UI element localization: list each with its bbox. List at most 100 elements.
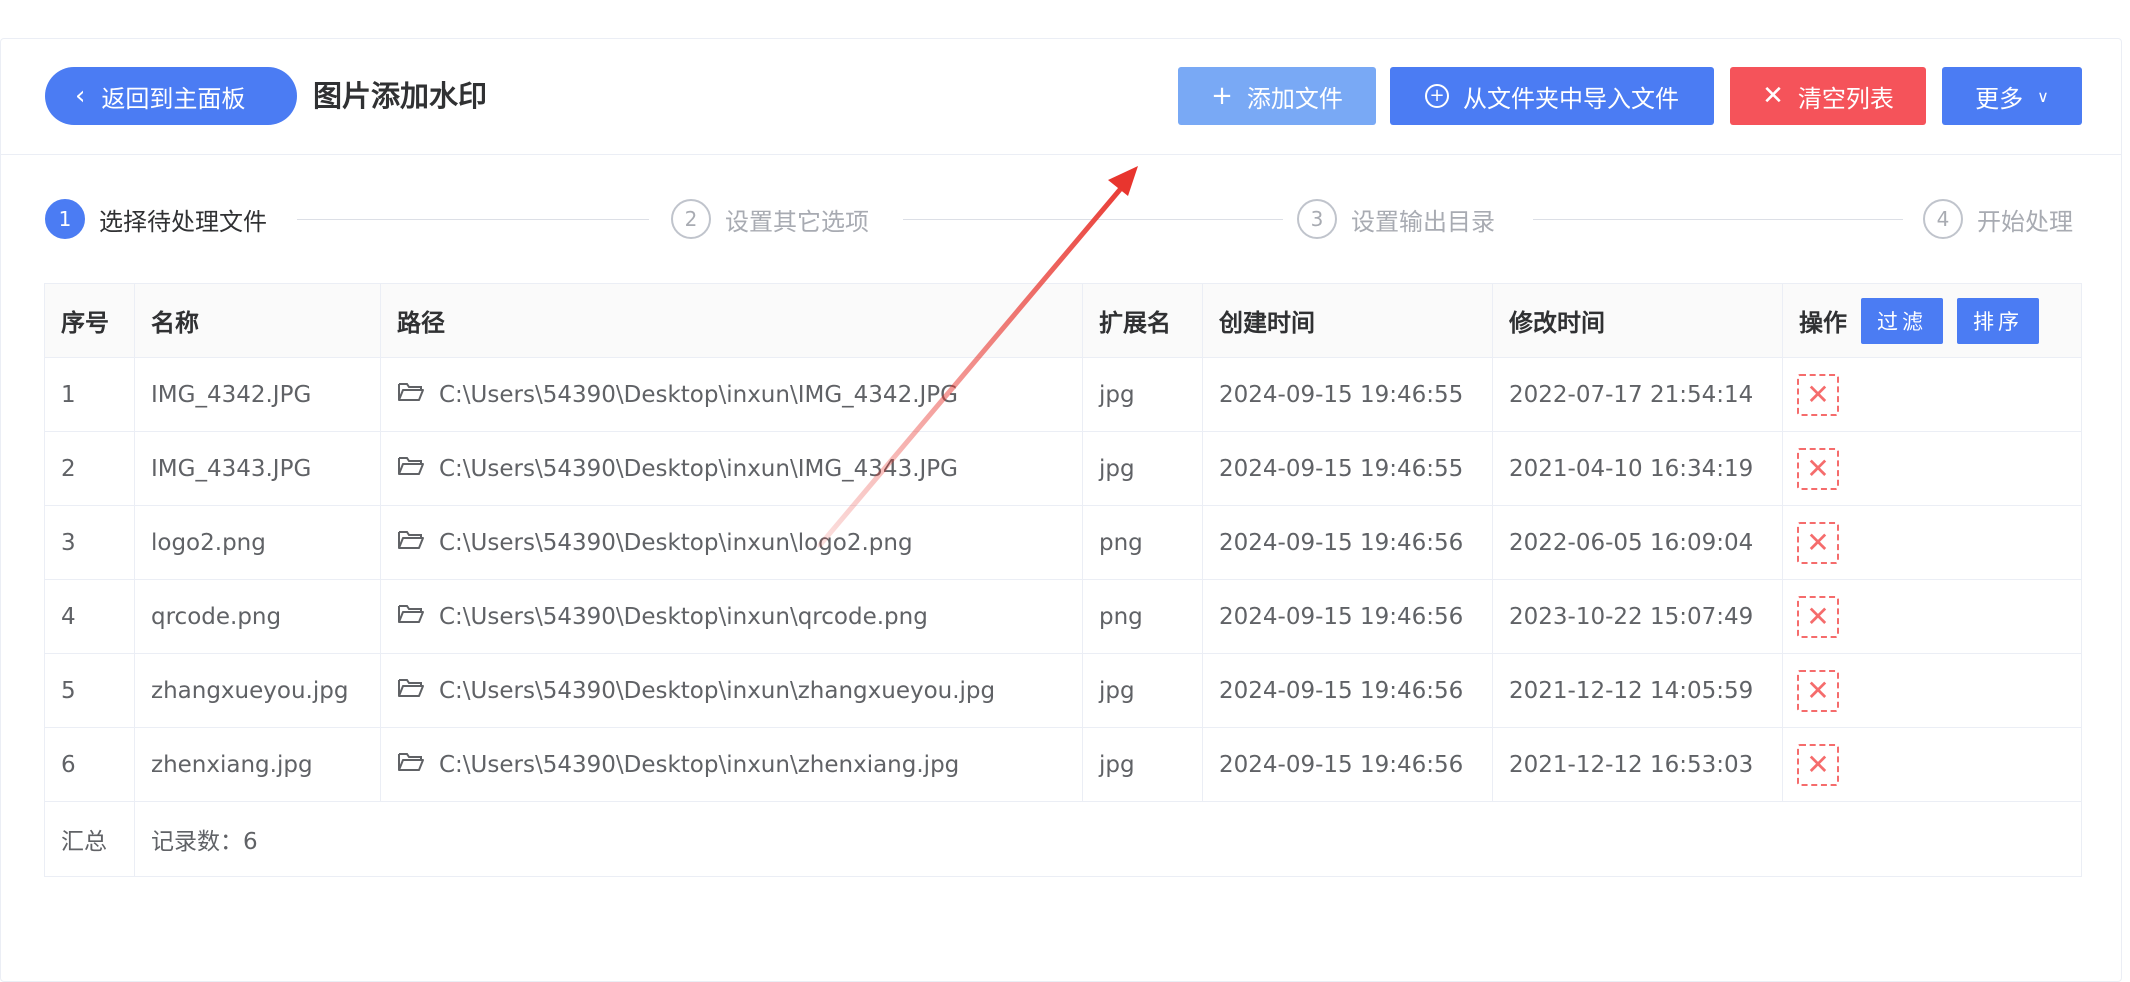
col-header-name: 名称 <box>135 284 381 357</box>
page-title: 图片添加水印 <box>313 79 488 113</box>
cell-modified: 2022-06-05 16:09:04 <box>1493 506 1783 579</box>
cell-modified: 2021-04-10 16:34:19 <box>1493 432 1783 505</box>
cell-modified: 2023-10-22 15:07:49 <box>1493 580 1783 653</box>
col-header-modified: 修改时间 <box>1493 284 1783 357</box>
add-file-button[interactable]: + 添加文件 <box>1178 67 1376 125</box>
cell-name: qrcode.png <box>135 580 381 653</box>
step-connector <box>297 219 649 220</box>
delete-row-button[interactable]: ✕ <box>1797 743 1839 786</box>
folder-open-icon <box>397 455 425 483</box>
cell-path: C:\Users\54390\Desktop\inxun\qrcode.png <box>381 580 1083 653</box>
step-label: 选择待处理文件 <box>99 207 267 236</box>
delete-x-icon: ✕ <box>1806 526 1830 559</box>
cell-created: 2024-09-15 19:46:55 <box>1203 358 1493 431</box>
cell-path: C:\Users\54390\Desktop\inxun\logo2.png <box>381 506 1083 579</box>
step-number: 3 <box>1297 199 1337 239</box>
table-row: 5 zhangxueyou.jpg C:\Users\54390\Desktop… <box>45 654 2081 728</box>
cell-path: C:\Users\54390\Desktop\inxun\zhangxueyou… <box>381 654 1083 727</box>
sort-button[interactable]: 排序 <box>1957 297 2039 344</box>
step-3: 3 设置输出目录 <box>1297 199 1495 239</box>
cell-path: C:\Users\54390\Desktop\inxun\zhenxiang.j… <box>381 728 1083 801</box>
step-label: 设置输出目录 <box>1351 207 1495 236</box>
cell-name: IMG_4343.JPG <box>135 432 381 505</box>
cell-actions: ✕ <box>1783 728 2081 801</box>
table-header: 序号 名称 路径 扩展名 创建时间 修改时间 操作 过滤 排序 <box>45 284 2081 358</box>
clear-list-label: 清空列表 <box>1797 84 1894 113</box>
step-4: 4 开始处理 <box>1923 199 2073 239</box>
actions-label: 操作 <box>1799 309 1847 337</box>
delete-x-icon: ✕ <box>1806 674 1830 707</box>
folder-open-icon <box>397 751 425 779</box>
path-text: C:\Users\54390\Desktop\inxun\IMG_4343.JP… <box>439 455 958 482</box>
folder-open-icon <box>397 603 425 631</box>
cell-created: 2024-09-15 19:46:56 <box>1203 580 1493 653</box>
col-header-index: 序号 <box>45 284 135 357</box>
chevron-down-icon: ∨ <box>2037 86 2049 106</box>
add-file-label: 添加文件 <box>1246 84 1343 113</box>
plus-icon: + <box>1211 81 1233 111</box>
cell-index: 4 <box>45 580 135 653</box>
folder-open-icon <box>397 529 425 557</box>
import-folder-button[interactable]: + 从文件夹中导入文件 <box>1390 67 1714 125</box>
file-table: 序号 名称 路径 扩展名 创建时间 修改时间 操作 过滤 排序 1 IMG_43… <box>44 283 2082 877</box>
col-header-created: 创建时间 <box>1203 284 1493 357</box>
path-text: C:\Users\54390\Desktop\inxun\IMG_4342.JP… <box>439 381 958 408</box>
cell-modified: 2021-12-12 16:53:03 <box>1493 728 1783 801</box>
cell-ext: jpg <box>1083 358 1203 431</box>
delete-x-icon: ✕ <box>1806 452 1830 485</box>
cell-index: 3 <box>45 506 135 579</box>
cell-ext: png <box>1083 506 1203 579</box>
cell-actions: ✕ <box>1783 432 2081 505</box>
close-icon: ✕ <box>1762 81 1784 111</box>
table-row: 2 IMG_4343.JPG C:\Users\54390\Desktop\in… <box>45 432 2081 506</box>
cell-name: logo2.png <box>135 506 381 579</box>
col-header-ext: 扩展名 <box>1083 284 1203 357</box>
import-folder-label: 从文件夹中导入文件 <box>1463 84 1679 113</box>
folder-open-icon <box>397 381 425 409</box>
more-button[interactable]: 更多 ∨ <box>1942 67 2082 125</box>
cell-path: C:\Users\54390\Desktop\inxun\IMG_4342.JP… <box>381 358 1083 431</box>
col-header-actions: 操作 过滤 排序 <box>1783 284 2081 357</box>
table-row: 3 logo2.png C:\Users\54390\Desktop\inxun… <box>45 506 2081 580</box>
delete-row-button[interactable]: ✕ <box>1797 447 1839 490</box>
cell-ext: jpg <box>1083 728 1203 801</box>
chevron-left-icon: ‹ <box>75 81 86 111</box>
delete-row-button[interactable]: ✕ <box>1797 669 1839 712</box>
cell-created: 2024-09-15 19:46:56 <box>1203 654 1493 727</box>
header-bar: ‹ 返回到主面板 图片添加水印 + 添加文件 + 从文件夹中导入文件 ✕ 清空列… <box>1 39 2121 155</box>
cell-actions: ✕ <box>1783 654 2081 727</box>
step-1: 1 选择待处理文件 <box>45 199 267 239</box>
step-label: 设置其它选项 <box>725 207 869 236</box>
path-text: C:\Users\54390\Desktop\inxun\qrcode.png <box>439 603 928 630</box>
path-text: C:\Users\54390\Desktop\inxun\zhangxueyou… <box>439 677 996 704</box>
cell-modified: 2022-07-17 21:54:14 <box>1493 358 1783 431</box>
back-to-main-button[interactable]: ‹ 返回到主面板 <box>45 67 297 125</box>
delete-row-button[interactable]: ✕ <box>1797 521 1839 564</box>
cell-name: IMG_4342.JPG <box>135 358 381 431</box>
step-2: 2 设置其它选项 <box>671 199 869 239</box>
cell-index: 5 <box>45 654 135 727</box>
delete-row-button[interactable]: ✕ <box>1797 595 1839 638</box>
filter-button[interactable]: 过滤 <box>1861 297 1943 344</box>
step-connector <box>1533 219 1903 220</box>
cell-created: 2024-09-15 19:46:56 <box>1203 506 1493 579</box>
cell-name: zhenxiang.jpg <box>135 728 381 801</box>
delete-x-icon: ✕ <box>1806 748 1830 781</box>
cell-name: zhangxueyou.jpg <box>135 654 381 727</box>
clear-list-button[interactable]: ✕ 清空列表 <box>1730 67 1926 125</box>
path-text: C:\Users\54390\Desktop\inxun\zhenxiang.j… <box>439 751 960 778</box>
cell-actions: ✕ <box>1783 580 2081 653</box>
cell-created: 2024-09-15 19:46:56 <box>1203 728 1493 801</box>
cell-index: 6 <box>45 728 135 801</box>
circle-plus-icon: + <box>1425 84 1449 108</box>
step-number: 2 <box>671 199 711 239</box>
cell-ext: jpg <box>1083 654 1203 727</box>
path-text: C:\Users\54390\Desktop\inxun\logo2.png <box>439 529 913 556</box>
cell-created: 2024-09-15 19:46:55 <box>1203 432 1493 505</box>
cell-index: 1 <box>45 358 135 431</box>
table-row: 6 zhenxiang.jpg C:\Users\54390\Desktop\i… <box>45 728 2081 802</box>
cell-path: C:\Users\54390\Desktop\inxun\IMG_4343.JP… <box>381 432 1083 505</box>
step-number: 4 <box>1923 199 1963 239</box>
folder-open-icon <box>397 677 425 705</box>
delete-row-button[interactable]: ✕ <box>1797 373 1839 416</box>
